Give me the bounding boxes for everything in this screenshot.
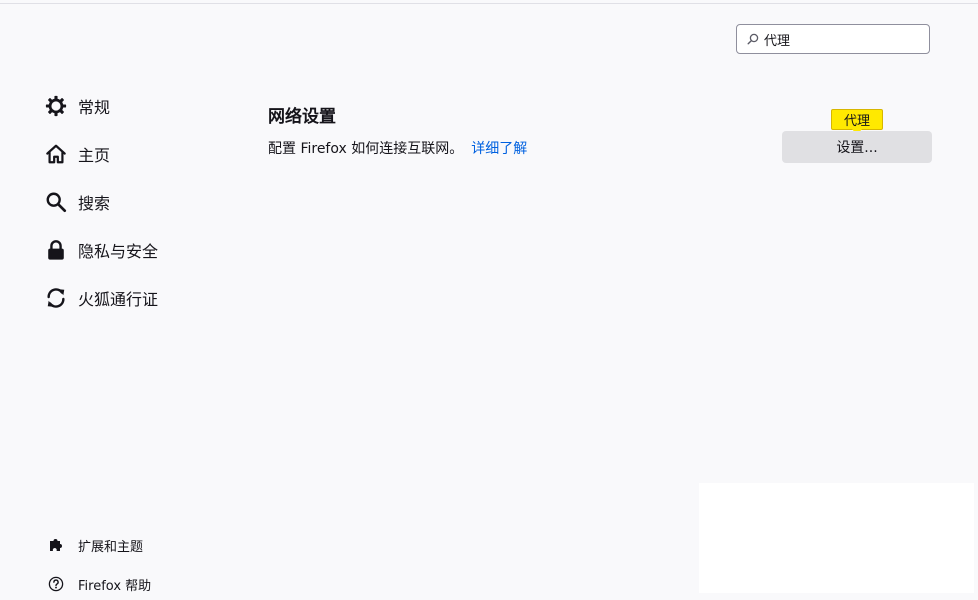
nav-item-label: 火狐通行证	[78, 290, 159, 309]
nav-item-label: 搜索	[78, 194, 111, 213]
description-text: 配置 Firefox 如何连接互联网。	[268, 141, 464, 157]
sync-icon	[44, 286, 68, 310]
learn-more-link[interactable]: 详细了解	[471, 141, 527, 157]
nav-item-search[interactable]: 搜索	[44, 178, 244, 226]
help-icon	[46, 574, 66, 594]
lock-icon	[44, 238, 68, 262]
network-settings-button[interactable]: 设置...	[782, 131, 932, 163]
sidebar-footer: 扩展和主题 Firefox 帮助	[46, 531, 246, 600]
category-nav: 常规 主页 搜索 隐私与安全 火狐通行证	[44, 82, 244, 322]
extensions-link[interactable]: 扩展和主题	[46, 531, 246, 559]
help-label: Firefox 帮助	[78, 578, 152, 594]
blank-overlay	[699, 483, 974, 593]
home-icon	[44, 142, 68, 166]
nav-item-general[interactable]: 常规	[44, 82, 244, 130]
nav-item-label: 常规	[78, 98, 111, 117]
nav-item-label: 主页	[78, 146, 111, 165]
network-settings-title: 网络设置	[268, 107, 336, 127]
search-highlight-tooltip: 代理	[831, 109, 883, 135]
extensions-label: 扩展和主题	[78, 539, 144, 555]
search-icon	[746, 32, 760, 46]
search-icon	[44, 190, 68, 214]
search-box[interactable]	[736, 24, 930, 54]
puzzle-icon	[46, 535, 66, 555]
nav-item-privacy[interactable]: 隐私与安全	[44, 226, 244, 274]
gear-icon	[44, 94, 68, 118]
nav-item-sync[interactable]: 火狐通行证	[44, 274, 244, 322]
help-link[interactable]: Firefox 帮助	[46, 570, 246, 598]
nav-item-label: 隐私与安全	[78, 242, 159, 261]
search-input[interactable]	[764, 31, 914, 47]
top-divider	[0, 3, 978, 4]
preferences-page: 常规 主页 搜索	[0, 0, 978, 600]
network-settings-description: 配置 Firefox 如何连接互联网。 详细了解	[268, 138, 527, 158]
nav-item-home[interactable]: 主页	[44, 130, 244, 178]
